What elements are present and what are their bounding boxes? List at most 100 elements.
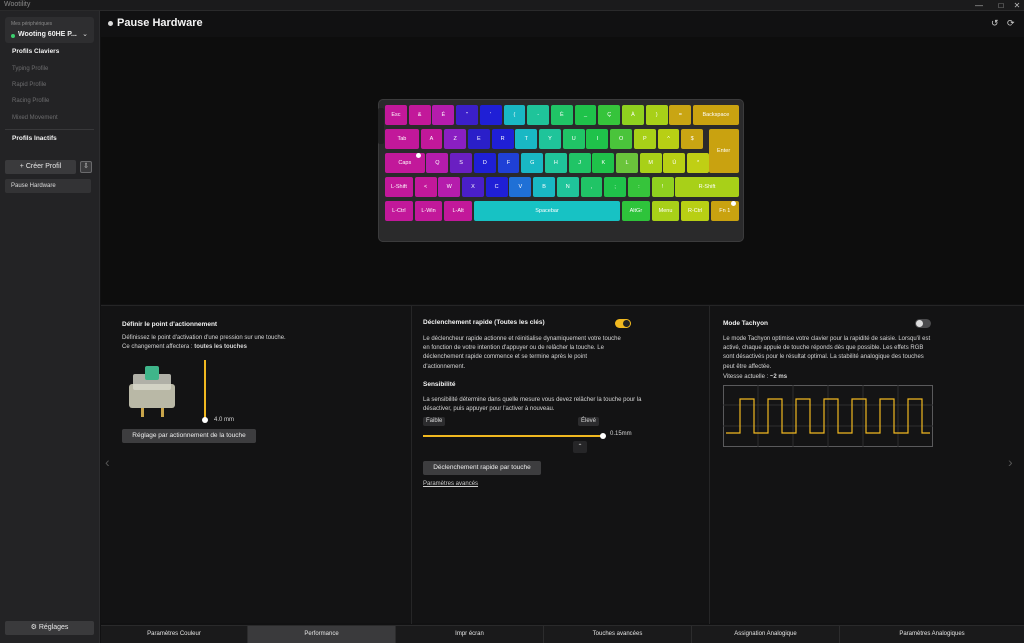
actuation-slider-track[interactable]	[204, 360, 206, 420]
key-row-number[interactable]: (	[503, 105, 526, 125]
per-key-rapid-trigger-button[interactable]: Déclenchement rapide par touche	[423, 461, 541, 475]
tachyon-toggle[interactable]	[915, 319, 931, 328]
key-row-top[interactable]: T	[515, 129, 538, 149]
key-row-number[interactable]: Ç	[598, 105, 621, 125]
tab-analog-settings[interactable]: Paramètres Analogiques	[840, 626, 1024, 643]
import-profile-icon[interactable]: ⇩	[80, 161, 92, 173]
key-row-bottom[interactable]: <	[414, 177, 437, 197]
key-row-bottom[interactable]: N	[556, 177, 579, 197]
key-row-top[interactable]: P	[633, 129, 656, 149]
rapid-trigger-toggle[interactable]	[615, 319, 631, 328]
key-row-space[interactable]: L-Alt	[444, 201, 473, 221]
key-row-bottom[interactable]: !	[651, 177, 674, 197]
key-row-number[interactable]: -	[527, 105, 550, 125]
maximize-icon[interactable]: □	[994, 0, 1008, 11]
sensitivity-slider-handle[interactable]	[600, 433, 606, 439]
chevron-down-icon[interactable]: ⌄	[82, 30, 88, 38]
key-row-number[interactable]: &	[408, 105, 431, 125]
key-row-space[interactable]: Menu	[651, 201, 680, 221]
divider	[5, 129, 94, 130]
key-row-top[interactable]: Z	[444, 129, 467, 149]
tab-performance[interactable]: Performance	[248, 626, 396, 643]
profile-item[interactable]: Rapid Profile	[12, 82, 46, 88]
gear-icon: ⚙	[30, 624, 39, 631]
profile-item[interactable]: Racing Profile	[12, 98, 49, 104]
minimize-icon[interactable]: —	[972, 0, 986, 11]
key-row-bottom[interactable]: W	[438, 177, 461, 197]
actuation-slider-handle[interactable]	[202, 417, 208, 423]
key-row-home[interactable]: Ù	[663, 153, 686, 173]
tachyon-title: Mode Tachyon	[723, 320, 769, 327]
device-selector[interactable]: Mes périphériques Wooting 60HE P... ⌄	[5, 17, 94, 43]
key-row-home[interactable]: Q	[426, 153, 449, 173]
key-row-top[interactable]: E	[467, 129, 490, 149]
key-row-number[interactable]: '	[479, 105, 502, 125]
key-row-number[interactable]: "	[456, 105, 478, 125]
key-row-bottom[interactable]: B	[533, 177, 556, 197]
keyboard-case: Esc & É " '(- È _ Ç À) = Backspace Tab A Z E R T Y U I O P ^ $ E…	[378, 99, 744, 242]
key-row-space[interactable]: AltGr	[622, 201, 650, 221]
advanced-settings-link[interactable]: Paramètres avancés	[423, 480, 478, 489]
tab-color-settings[interactable]: Paramètres Couleur	[101, 626, 248, 643]
tab-print-screen[interactable]: Impr écran	[396, 626, 544, 643]
tab-analog-assignment[interactable]: Assignation Analogique	[692, 626, 840, 643]
key-row-home[interactable]: H	[544, 153, 567, 173]
calibration-dot	[731, 201, 736, 206]
close-icon[interactable]: ✕	[1010, 0, 1024, 11]
key-row-top[interactable]: Enter	[708, 129, 739, 173]
reset-icon[interactable]: ⟳	[1007, 18, 1015, 29]
key-row-top[interactable]: Y	[539, 129, 561, 149]
key-row-space[interactable]: R-Ctrl	[681, 201, 710, 221]
key-row-number[interactable]: )	[645, 105, 668, 125]
key-row-top[interactable]: ^	[657, 129, 680, 149]
key-row-bottom[interactable]: V	[509, 177, 532, 197]
per-key-actuation-button[interactable]: Réglage par actionnement de la touche	[122, 429, 256, 443]
create-profile-button[interactable]: + Créer Profil	[5, 160, 76, 174]
key-row-home[interactable]: L	[616, 153, 638, 173]
key-row-bottom[interactable]: X	[462, 177, 484, 197]
key-row-home[interactable]: K	[592, 153, 615, 173]
key-row-top[interactable]: I	[586, 129, 609, 149]
key-row-space[interactable]: L-Win	[414, 201, 443, 221]
sidebar-item-pause-hardware[interactable]: Pause Hardware	[5, 179, 91, 193]
key-row-bottom[interactable]: ,	[580, 177, 603, 197]
key-row-home[interactable]: G	[521, 153, 544, 173]
key-row-number[interactable]: =	[669, 105, 692, 125]
app-window: Wootility — □ ✕ Mes périphériques Wootin…	[0, 0, 1024, 643]
key-row-bottom[interactable]: C	[485, 177, 508, 197]
key-row-space[interactable]: L-Ctrl	[385, 201, 413, 221]
undo-icon[interactable]: ↺	[991, 18, 999, 29]
profile-item[interactable]: Mixed Movement	[12, 115, 58, 121]
key-row-home[interactable]: S	[450, 153, 473, 173]
key-row-top[interactable]: U	[562, 129, 585, 149]
key-row-bottom[interactable]: ;	[604, 177, 627, 197]
sensitivity-title: Sensibilité	[423, 381, 456, 388]
key-row-number[interactable]: _	[574, 105, 597, 125]
key-row-top[interactable]: R	[491, 129, 514, 149]
switch-image	[129, 366, 175, 417]
settings-button[interactable]: ⚙ Réglages	[5, 621, 94, 635]
key-row-home[interactable]: *	[687, 153, 710, 173]
key-row-top[interactable]: Tab	[385, 129, 419, 149]
key-row-home[interactable]: D	[473, 153, 496, 173]
key-row-number[interactable]: É	[432, 105, 455, 125]
key-row-top[interactable]: $	[681, 129, 704, 149]
key-row-bottom[interactable]: :	[627, 177, 650, 197]
key-row-top[interactable]: A	[420, 129, 443, 149]
key-row-number[interactable]: È	[550, 105, 573, 125]
chevron-up-icon[interactable]: ⌃	[573, 441, 587, 453]
profile-item[interactable]: Typing Profile	[12, 66, 48, 72]
key-row-space[interactable]: Spacebar	[473, 201, 621, 221]
key-row-top[interactable]: O	[610, 129, 633, 149]
key-row-number[interactable]: Backspace	[693, 105, 739, 125]
sensitivity-slider-track[interactable]	[423, 435, 603, 437]
key-row-number[interactable]: À	[622, 105, 644, 125]
key-row-bottom[interactable]: L-Shift	[385, 177, 413, 197]
key-row-number[interactable]: Esc	[385, 105, 407, 125]
switch-stem	[145, 366, 159, 380]
key-row-bottom[interactable]: R-Shift	[675, 177, 739, 197]
key-row-home[interactable]: J	[568, 153, 591, 173]
key-row-home[interactable]: M	[639, 153, 662, 173]
tab-advanced-keys[interactable]: Touches avancées	[544, 626, 692, 643]
key-row-home[interactable]: F	[497, 153, 520, 173]
